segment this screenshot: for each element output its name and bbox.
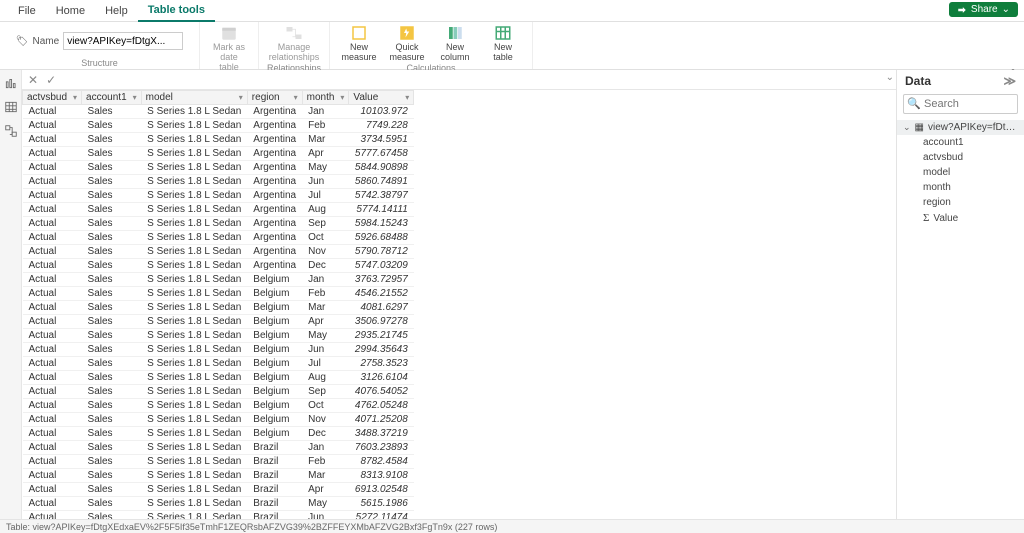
field-region[interactable]: region [897,195,1024,210]
table-row[interactable]: ActualSalesS Series 1.8 L SedanArgentina… [23,245,414,259]
status-bar: Table: view?APIKey=fDtgXEdxaEV%2F5F5If35… [0,519,1024,533]
table-row[interactable]: ActualSalesS Series 1.8 L SedanArgentina… [23,161,414,175]
column-header-region[interactable]: region▾ [247,91,302,105]
field-model[interactable]: model [897,165,1024,180]
table-row[interactable]: ActualSalesS Series 1.8 L SedanBelgiumFe… [23,287,414,301]
new-measure-button[interactable]: New measure [338,24,380,63]
manage-relationships-button[interactable]: Manage relationships [273,24,315,63]
table-row[interactable]: ActualSalesS Series 1.8 L SedanArgentina… [23,259,414,273]
tab-help[interactable]: Help [95,1,138,21]
table-row[interactable]: ActualSalesS Series 1.8 L SedanBelgiumAu… [23,371,414,385]
model-view-icon[interactable] [4,124,18,138]
table-row[interactable]: ActualSalesS Series 1.8 L SedanArgentina… [23,189,414,203]
table-row[interactable]: ActualSalesS Series 1.8 L SedanArgentina… [23,133,414,147]
table-row[interactable]: ActualSalesS Series 1.8 L SedanBelgiumDe… [23,427,414,441]
name-label: Name [33,36,60,47]
fields-pane-title: Data [905,74,931,88]
column-filter-icon[interactable]: ▾ [340,93,344,102]
sigma-icon: Σ [923,212,929,224]
column-header-month[interactable]: month▾ [302,91,349,105]
column-header-account1[interactable]: account1▾ [82,91,142,105]
table-row[interactable]: ActualSalesS Series 1.8 L SedanBrazilMay… [23,497,414,511]
table-row[interactable]: ActualSalesS Series 1.8 L SedanBelgiumSe… [23,385,414,399]
new-table-button[interactable]: New table [482,24,524,63]
measure-icon [350,24,368,42]
tab-file[interactable]: File [8,1,46,21]
column-header-model[interactable]: model▾ [141,91,247,105]
column-header-actvsbud[interactable]: actvsbud▾ [23,91,82,105]
table-row[interactable]: ActualSalesS Series 1.8 L SedanBrazilFeb… [23,455,414,469]
tab-table-tools[interactable]: Table tools [138,0,215,22]
table-row[interactable]: ActualSalesS Series 1.8 L SedanBrazilJun… [23,511,414,520]
table-row[interactable]: ActualSalesS Series 1.8 L SedanBrazilJan… [23,441,414,455]
table-row[interactable]: ActualSalesS Series 1.8 L SedanBrazilMar… [23,469,414,483]
menu-tabbar: File Home Help Table tools [0,0,1024,22]
table-row[interactable]: ActualSalesS Series 1.8 L SedanBelgiumMa… [23,301,414,315]
table-row[interactable]: ActualSalesS Series 1.8 L SedanArgentina… [23,119,414,133]
table-row[interactable]: ActualSalesS Series 1.8 L SedanArgentina… [23,147,414,161]
share-label: Share [971,4,998,15]
table-row[interactable]: ActualSalesS Series 1.8 L SedanBelgiumAp… [23,315,414,329]
table-row[interactable]: ActualSalesS Series 1.8 L SedanBelgiumJu… [23,357,414,371]
table-icon: ▦ [915,122,924,133]
calendar-icon [220,24,238,42]
fields-pane-expand-icon[interactable]: ≫ [1003,74,1016,88]
chevron-down-icon: ⌄ [903,122,911,133]
ribbon: 🏷 Name Structure Mark as date table Cale… [0,22,1024,70]
formula-cancel-icon[interactable]: ✕ [28,73,38,87]
group-structure-label: Structure [81,58,118,69]
new-column-button[interactable]: New column [434,24,476,63]
field-month[interactable]: month [897,180,1024,195]
table-row[interactable]: ActualSalesS Series 1.8 L SedanArgentina… [23,231,414,245]
report-view-icon[interactable] [4,76,18,90]
column-header-value[interactable]: Value▾ [349,91,414,105]
column-filter-icon[interactable]: ▾ [239,93,243,102]
formula-expand-icon[interactable]: ⌄ [886,72,894,83]
column-filter-icon[interactable]: ▾ [73,93,77,102]
table-row[interactable]: ActualSalesS Series 1.8 L SedanBelgiumMa… [23,329,414,343]
field-value[interactable]: ΣValue [897,210,1024,226]
tag-icon: 🏷 [16,36,29,47]
chevron-down-icon: ⌄ [1002,4,1010,15]
column-filter-icon[interactable]: ▾ [294,93,298,102]
column-filter-icon[interactable]: ▾ [405,93,409,102]
table-icon [494,24,512,42]
quick-measure-icon [398,24,416,42]
fields-table-node[interactable]: ⌄▦view?APIKey=fDtgXEdxaEV%2F5F5... [897,120,1024,135]
search-icon: 🔍 [907,97,919,109]
table-row[interactable]: ActualSalesS Series 1.8 L SedanBelgiumOc… [23,399,414,413]
table-row[interactable]: ActualSalesS Series 1.8 L SedanBelgiumNo… [23,413,414,427]
relationships-icon [285,24,303,42]
quick-measure-button[interactable]: Quick measure [386,24,428,63]
formula-bar[interactable]: ✕ ✓ [22,70,896,90]
table-row[interactable]: ActualSalesS Series 1.8 L SedanArgentina… [23,203,414,217]
table-row[interactable]: ActualSalesS Series 1.8 L SedanBelgiumJu… [23,343,414,357]
mark-as-date-table-button[interactable]: Mark as date table [208,24,250,73]
field-actvsbud[interactable]: actvsbud [897,150,1024,165]
field-account1[interactable]: account1 [897,135,1024,150]
tab-home[interactable]: Home [46,1,95,21]
left-view-rail [0,70,22,519]
column-filter-icon[interactable]: ▾ [133,93,137,102]
table-row[interactable]: ActualSalesS Series 1.8 L SedanBrazilApr… [23,483,414,497]
table-name-input[interactable] [63,32,183,50]
data-view-icon[interactable] [4,100,18,114]
column-icon [446,24,464,42]
share-button[interactable]: Share ⌄ [949,2,1018,17]
table-row[interactable]: ActualSalesS Series 1.8 L SedanArgentina… [23,217,414,231]
data-grid[interactable]: actvsbud▾account1▾model▾region▾month▾Val… [22,90,896,519]
fields-pane: Data ≫ 🔍 ⌄▦view?APIKey=fDtgXEdxaEV%2F5F5… [896,70,1024,519]
table-row[interactable]: ActualSalesS Series 1.8 L SedanArgentina… [23,105,414,119]
share-icon [957,5,967,15]
formula-commit-icon[interactable]: ✓ [46,73,56,87]
table-row[interactable]: ActualSalesS Series 1.8 L SedanArgentina… [23,175,414,189]
table-row[interactable]: ActualSalesS Series 1.8 L SedanBelgiumJa… [23,273,414,287]
